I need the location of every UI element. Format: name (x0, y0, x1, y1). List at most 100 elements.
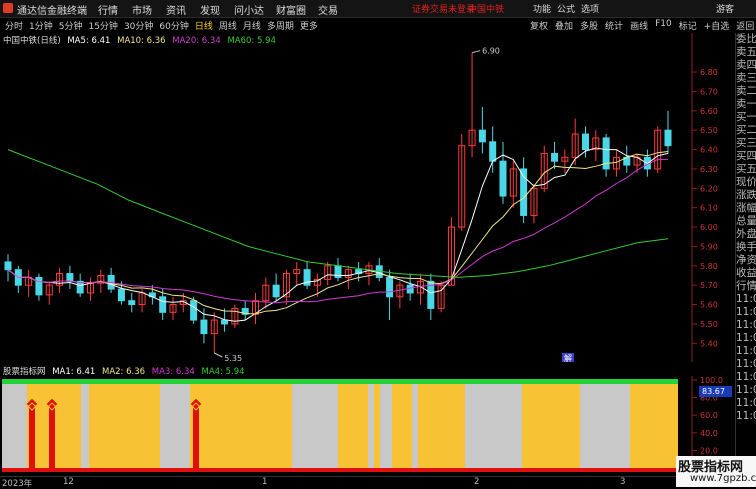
menu-item-news[interactable]: 资讯 (166, 2, 200, 17)
indicator-band (292, 384, 338, 468)
add-watchlist-button[interactable]: +自选 (704, 19, 730, 32)
indicator-band (630, 384, 678, 468)
menu-item-options[interactable]: 选项 (581, 2, 605, 15)
quote-panel-label: 买五 (736, 163, 756, 175)
menu-item-quotes[interactable]: 行情 (98, 2, 132, 17)
tab-5min[interactable]: 5分钟 (59, 19, 83, 32)
tab-30min[interactable]: 30分钟 (124, 19, 153, 32)
indicator-band (380, 384, 392, 468)
chart-stock-label: 中国中铁(日线) (3, 36, 61, 46)
sub-ma-legend: 股票指标网 MA1: 6.41 MA2: 6.36 MA3: 6.34 MA4:… (3, 365, 249, 377)
f10-button[interactable]: F10 (655, 19, 672, 32)
quote-panel-label: 卖四 (736, 59, 756, 71)
sub-y-tick-label: 20.0 (700, 446, 718, 455)
signal-bar (49, 406, 55, 468)
quote-panel-label: 11:0 (736, 345, 756, 357)
high-label: 6.90 (482, 47, 500, 56)
tab-more[interactable]: 更多 (300, 19, 318, 32)
quote-panel-label: 买一 (736, 111, 756, 123)
restore-rights-button[interactable]: 复权 (530, 19, 548, 32)
top-green-band (2, 379, 678, 384)
quote-panel-label: 买三 (736, 137, 756, 149)
overlay-button[interactable]: 叠加 (555, 19, 573, 32)
tab-60min[interactable]: 60分钟 (159, 19, 188, 32)
candle-body (128, 300, 136, 306)
menu-item-wealth[interactable]: 财富圈 (276, 2, 318, 17)
menu-item-ask[interactable]: 问小达 (234, 2, 276, 17)
signal-bar (29, 406, 35, 468)
indicator-band (412, 384, 418, 468)
tab-1min[interactable]: 1分钟 (29, 19, 53, 32)
quote-panel-label: 涨跌 (736, 189, 756, 201)
candle-body (551, 152, 559, 162)
y-tick-label: 6.60 (700, 107, 718, 116)
sub-y-tick-label: 40.0 (700, 429, 718, 438)
tab-monthly[interactable]: 月线 (243, 19, 261, 32)
quote-panel-label: 现价 (736, 176, 756, 188)
back-button[interactable]: 返回 (736, 19, 754, 32)
sub-y-tick-label: 100.0 (700, 376, 723, 385)
y-tick-label: 6.20 (700, 184, 718, 193)
y-tick-label: 5.70 (700, 281, 718, 290)
period-toolbar: 分时 1分钟 5分钟 15分钟 30分钟 60分钟 日线 周线 月线 多周期 更… (0, 18, 754, 34)
tab-weekly[interactable]: 周线 (219, 19, 237, 32)
candle-body (35, 276, 43, 296)
date-axis: 2023年 12 1 2 3 (0, 476, 735, 489)
ma10-value: MA10: 6.36 (117, 36, 166, 46)
indicator-band (374, 384, 380, 468)
chart-tools: 复权 叠加 多股 统计 画线 F10 标记 +自选 返回 (530, 19, 756, 32)
sub-y-tick-label: 60.0 (700, 411, 718, 420)
menu-item-function[interactable]: 功能 (533, 2, 557, 15)
tab-daily[interactable]: 日线 (195, 19, 213, 32)
candle-body (117, 288, 125, 302)
right-menu: 功能 公式 选项 (533, 2, 605, 15)
menu-item-trade[interactable]: 交易 (318, 2, 352, 17)
statistics-button[interactable]: 统计 (605, 19, 623, 32)
tab-multi-period[interactable]: 多周期 (267, 19, 294, 32)
quote-panel-label: 换手 (736, 241, 756, 253)
quote-panel-label: 11:0 (736, 306, 756, 318)
candle-body (221, 319, 229, 325)
quote-panel-label: 买四 (736, 150, 756, 162)
draw-line-button[interactable]: 画线 (630, 19, 648, 32)
tab-15min[interactable]: 15分钟 (88, 19, 117, 32)
bottom-red-band (2, 468, 678, 472)
candle-body (76, 280, 84, 294)
chart-background (0, 33, 735, 362)
ma3-value: MA3: 6.34 (151, 367, 195, 377)
y-tick-label: 6.00 (700, 223, 718, 232)
indicator-chart[interactable]: 100.080.060.040.020.00.083.67 (0, 362, 735, 476)
candlestick-chart[interactable]: 6.80 6.70 6.60 6.50 6.40 6.30 6.20 6.10 6.00 5.90… (0, 33, 735, 362)
date-label: 12 (63, 477, 74, 487)
candle-body (200, 319, 208, 335)
quote-panel-label: 11:0 (736, 319, 756, 331)
quote-panel-label: 11:0 (736, 358, 756, 370)
signal-bar (193, 406, 199, 468)
mark-button[interactable]: 标记 (679, 19, 697, 32)
low-label: 5.35 (224, 354, 242, 362)
quote-panel-label: 买二 (736, 124, 756, 136)
ma5-value: MA5: 6.41 (67, 36, 111, 46)
date-label: 2023年 (2, 479, 33, 489)
indicator-band (368, 384, 374, 468)
quote-panel-label: 11:0 (736, 293, 756, 305)
watermark: 股票指标网 www.7gpzb.com (676, 456, 756, 487)
quote-panel-label: 行情 (736, 280, 756, 292)
multi-stock-button[interactable]: 多股 (580, 19, 598, 32)
y-tick-label: 6.50 (700, 126, 718, 135)
y-tick-label: 5.90 (700, 242, 718, 251)
ma60-value: MA60: 5.94 (227, 36, 276, 46)
ma20-value: MA20: 6.34 (172, 36, 221, 46)
login-warning[interactable]: 证券交易未登录 (412, 2, 475, 15)
y-tick-label: 5.50 (700, 320, 718, 329)
menu-item-formula[interactable]: 公式 (557, 2, 581, 15)
app-logo-icon (3, 3, 13, 13)
watermark-url: www.7gpzb.com (690, 473, 756, 484)
quote-panel-label: 卖二 (736, 85, 756, 97)
menu-item-market[interactable]: 市场 (132, 2, 166, 17)
guest-label[interactable]: 游客 (716, 2, 734, 15)
menu-item-discover[interactable]: 发现 (200, 2, 234, 17)
quote-panel-label: 外盘 (736, 228, 756, 240)
ma4-value: MA4: 5.94 (201, 367, 245, 377)
tab-timeshare[interactable]: 分时 (5, 19, 23, 32)
